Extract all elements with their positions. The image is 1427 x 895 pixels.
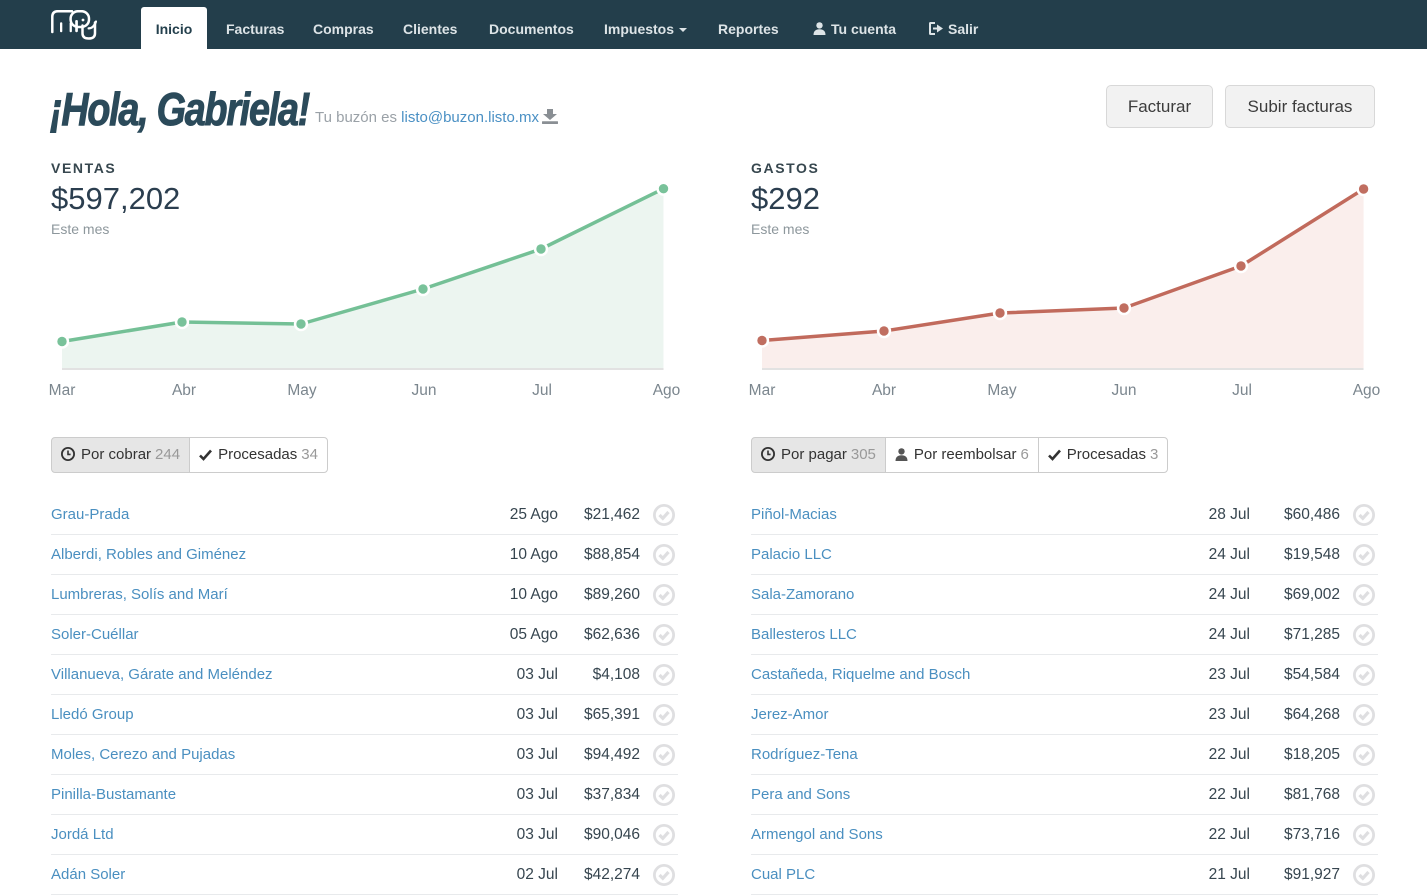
svg-text:Ago: Ago (1353, 382, 1381, 399)
svg-text:Mar: Mar (49, 382, 76, 399)
svg-text:Jul: Jul (1232, 382, 1252, 399)
svg-text:Jul: Jul (532, 382, 552, 399)
svg-text:Mar: Mar (749, 382, 776, 399)
svg-text:May: May (287, 382, 317, 399)
svg-text:Abr: Abr (872, 382, 896, 399)
svg-text:Jun: Jun (1112, 382, 1137, 399)
svg-text:Jun: Jun (412, 382, 437, 399)
svg-text:Abr: Abr (172, 382, 196, 399)
svg-text:Ago: Ago (653, 382, 681, 399)
svg-text:May: May (987, 382, 1017, 399)
